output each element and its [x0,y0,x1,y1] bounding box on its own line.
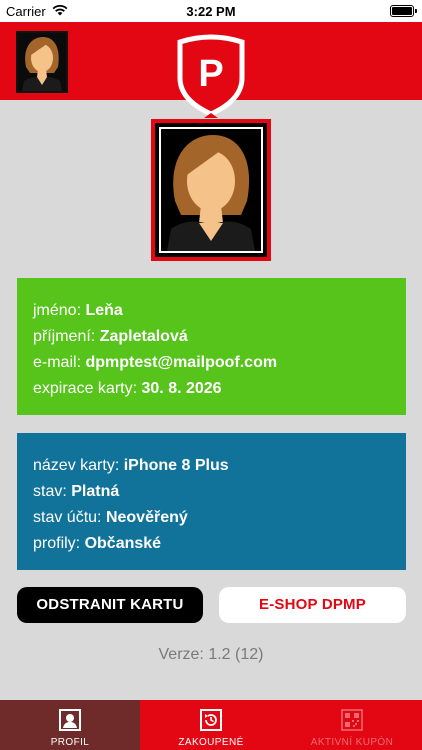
avatar-button[interactable] [16,31,68,93]
expiry-value: 30. 8. 2026 [141,380,222,397]
expiry-row: expirace karty: 30. 8. 2026 [33,376,390,402]
tab-purchased-label: ZAKOUPENÉ [178,737,244,748]
name-row: jméno: Leňa [33,298,390,324]
personal-info-card: jméno: Leňa příjmení: Zapletalová e-mail… [17,278,406,415]
battery-icon [390,5,417,17]
clock: 3:22 PM [186,4,236,19]
eshop-button[interactable]: E-SHOP DPMP [219,587,406,623]
email-value: dpmptest@mailpoof.com [85,354,278,371]
remove-card-button[interactable]: ODSTRANIT KARTU [17,587,203,623]
purchased-icon [200,709,222,731]
profile-photo [151,119,271,261]
account-state-label: stav účtu: [33,509,102,526]
state-row: stav: Platná [33,479,390,505]
tab-profile[interactable]: PROFIL [0,700,140,750]
account-state-value: Neověřený [105,509,188,526]
status-bar: Carrier 3:22 PM [0,0,422,22]
dpmp-logo-icon: P [177,34,245,118]
profiles-label: profily: [33,535,81,552]
card-name-row: název karty: iPhone 8 Plus [33,453,390,479]
header-bar: P [0,22,422,118]
account-state-row: stav účtu: Neověřený [33,505,390,531]
tab-active-coupon[interactable]: AKTIVNÍ KUPÓN [282,700,422,750]
surname-row: příjmení: Zapletalová [33,324,390,350]
card-name-label: název karty: [33,457,120,474]
profiles-row: profily: Občanské [33,531,390,557]
tab-active-coupon-label: AKTIVNÍ KUPÓN [310,737,394,748]
coupon-qr-icon [341,709,363,731]
name-value: Leňa [85,302,123,319]
state-label: stav: [33,483,67,500]
tab-purchased[interactable]: ZAKOUPENÉ [141,700,281,750]
profile-icon [59,709,81,731]
profile-photo-image [161,129,261,251]
tab-profile-label: PROFIL [50,737,90,748]
logo-letter: P [198,53,223,95]
email-label: e-mail: [33,354,82,371]
email-row: e-mail: dpmptest@mailpoof.com [33,350,390,376]
card-info-card: název karty: iPhone 8 Plus stav: Platná … [17,433,406,570]
name-label: jméno: [33,302,82,319]
avatar-image [18,33,66,91]
profiles-value: Občanské [84,535,162,552]
version-label: Verze: 1.2 (12) [158,646,264,663]
tab-bar: PROFIL ZAKOUPENÉ AKTIVNÍ KUPÓN [0,700,422,750]
surname-value: Zapletalová [99,328,188,345]
state-value: Platná [71,483,120,500]
surname-label: příjmení: [33,328,96,345]
expiry-label: expirace karty: [33,380,138,397]
card-name-value: iPhone 8 Plus [123,457,229,474]
